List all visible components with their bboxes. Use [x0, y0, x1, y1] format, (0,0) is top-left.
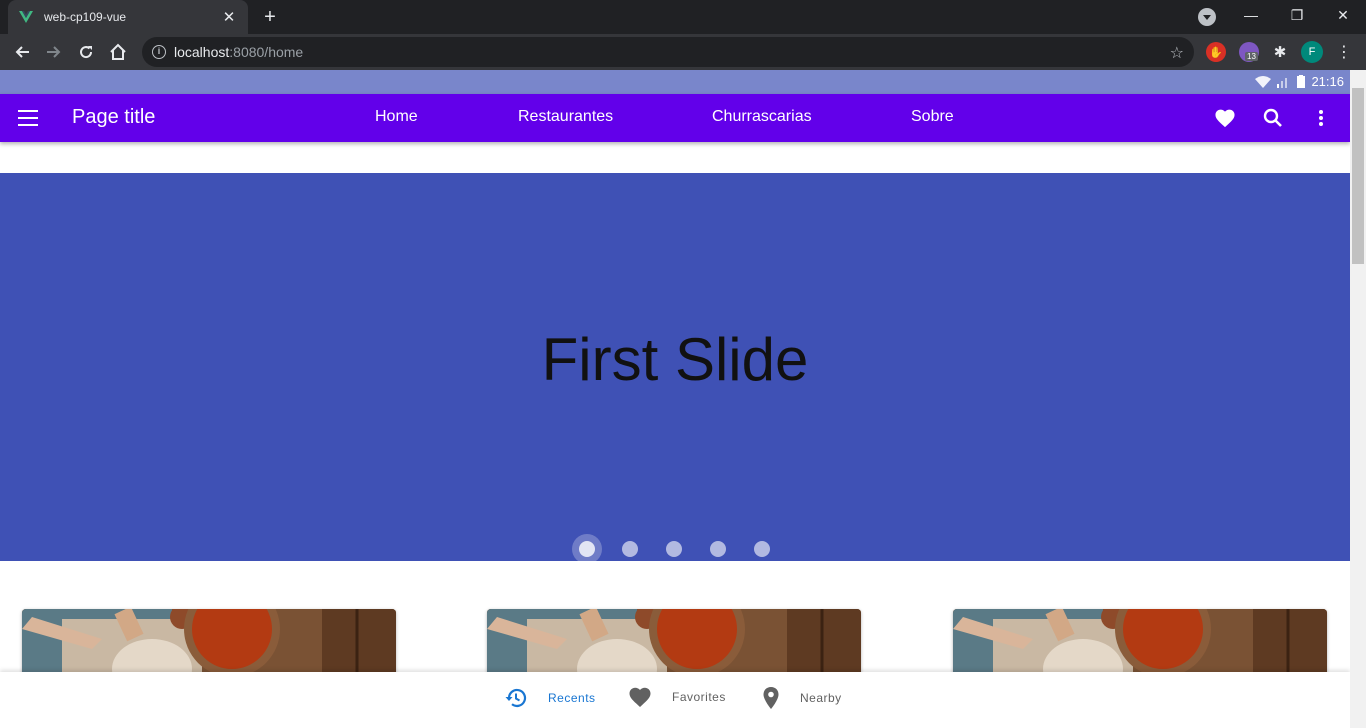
page-viewport: 21:16 Page title Home Restaurantes Churr…	[0, 70, 1350, 728]
extension-badge: 13	[1245, 52, 1258, 61]
home-icon	[110, 43, 126, 60]
reload-button[interactable]	[72, 38, 100, 66]
browser-tab-strip: web-cp109-vue ✕ + — ❐ ✕	[0, 0, 1366, 34]
url-path: :8080/home	[229, 44, 304, 60]
home-button[interactable]	[104, 38, 132, 66]
battery-icon	[1297, 75, 1306, 88]
history-icon	[505, 688, 527, 708]
close-tab-icon[interactable]: ✕	[220, 8, 238, 26]
bottom-nav-nearby[interactable]: Nearby	[762, 686, 842, 710]
favorites-heart-icon[interactable]	[1213, 106, 1237, 130]
carousel-dot-5[interactable]	[754, 541, 770, 557]
browser-toolbar: i localhost:8080/home ☆ ✋ 13 ✱ F ⋮	[0, 34, 1366, 70]
forward-button[interactable]	[40, 38, 68, 66]
new-tab-button[interactable]: +	[258, 5, 282, 29]
carousel-dot-1[interactable]	[572, 534, 602, 564]
bookmark-star-icon[interactable]: ☆	[1170, 43, 1184, 63]
slide-title: First Slide	[541, 326, 809, 393]
carousel-dot-2[interactable]	[622, 541, 638, 557]
page-title: Page title	[72, 106, 156, 128]
status-time: 21:16	[1311, 74, 1344, 89]
nav-link-home[interactable]: Home	[375, 108, 418, 126]
scrollbar-thumb[interactable]	[1352, 88, 1364, 264]
site-info-icon[interactable]: i	[152, 45, 166, 59]
restore-button[interactable]: ❐	[1274, 0, 1320, 30]
location-pin-icon	[763, 687, 779, 709]
adblock-extension-icon[interactable]: ✋	[1206, 42, 1226, 62]
menu-icon[interactable]	[18, 110, 38, 126]
forward-arrow-icon	[47, 46, 61, 58]
search-icon[interactable]	[1261, 106, 1285, 130]
puzzle-extensions-icon[interactable]: ✱	[1270, 42, 1290, 62]
more-vert-icon[interactable]	[1309, 106, 1333, 130]
bottom-nav-recents[interactable]: Recents	[504, 686, 596, 710]
reload-icon	[80, 46, 93, 59]
bottom-nav-label: Nearby	[800, 691, 842, 705]
carousel-dot-3[interactable]	[666, 541, 682, 557]
url-host: localhost	[174, 44, 230, 60]
close-window-button[interactable]: ✕	[1320, 0, 1366, 30]
wifi-icon	[1255, 75, 1272, 88]
bottom-navigation: Recents Favorites Nearby	[0, 672, 1350, 728]
signal-icon	[1277, 77, 1288, 88]
minimize-button[interactable]: —	[1228, 0, 1274, 30]
system-status-bar: 21:16	[0, 70, 1350, 94]
tab-search-icon[interactable]	[1198, 8, 1216, 26]
page-scrollbar[interactable]	[1350, 70, 1366, 728]
browser-tab[interactable]: web-cp109-vue ✕	[8, 0, 248, 34]
nav-link-sobre[interactable]: Sobre	[911, 108, 954, 126]
nav-link-restaurantes[interactable]: Restaurantes	[518, 108, 613, 126]
extension-icon[interactable]: 13	[1239, 42, 1259, 62]
carousel-indicators	[0, 534, 1350, 564]
address-bar[interactable]: i localhost:8080/home ☆	[142, 37, 1194, 67]
tab-title: web-cp109-vue	[44, 10, 127, 24]
browser-menu-icon[interactable]: ⋮	[1334, 42, 1354, 62]
bottom-nav-label: Favorites	[672, 690, 726, 704]
bottom-nav-label: Recents	[548, 691, 596, 705]
back-button[interactable]	[8, 38, 36, 66]
nav-link-churrascarias[interactable]: Churrascarias	[712, 108, 812, 126]
vue-logo-icon	[19, 11, 33, 23]
app-bar: Page title Home Restaurantes Churrascari…	[0, 94, 1350, 142]
bottom-nav-favorites[interactable]: Favorites	[628, 686, 726, 708]
profile-avatar[interactable]: F	[1301, 41, 1323, 63]
carousel[interactable]: First Slide	[0, 173, 1350, 561]
back-arrow-icon	[15, 46, 29, 58]
carousel-dot-4[interactable]	[710, 541, 726, 557]
heart-icon	[629, 687, 651, 707]
